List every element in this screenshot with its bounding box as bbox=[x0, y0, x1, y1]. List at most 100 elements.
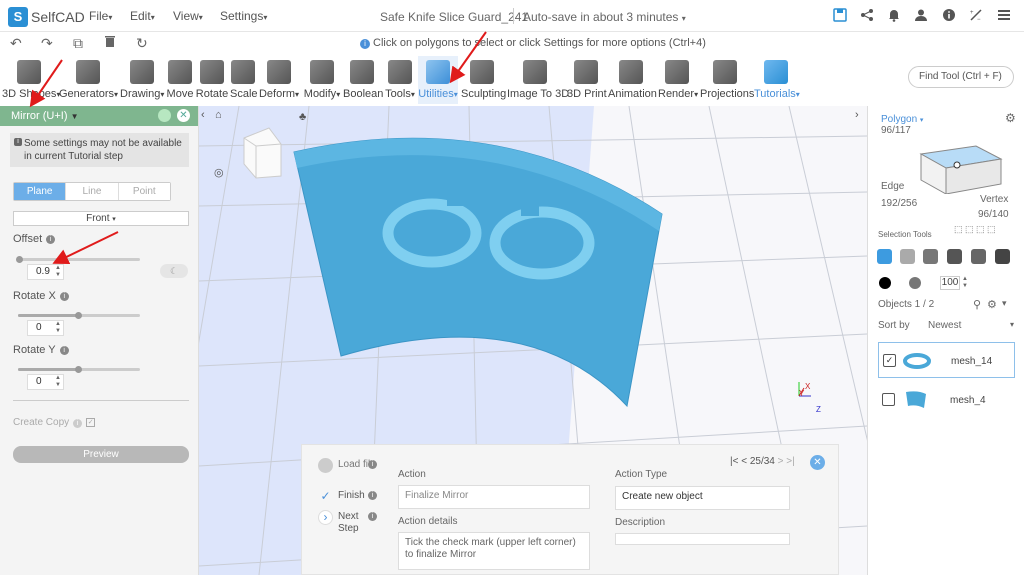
app-logo[interactable]: S SelfCAD bbox=[8, 7, 85, 27]
collapse-left-icon[interactable]: ‹ bbox=[201, 109, 205, 121]
share-icon[interactable] bbox=[859, 8, 875, 24]
menu-view[interactable]: View▾ bbox=[173, 9, 203, 23]
brush-size-input[interactable]: 100 bbox=[940, 276, 960, 290]
tool-image-to-3d[interactable]: Image To 3D bbox=[507, 56, 569, 104]
select-faces-icon[interactable] bbox=[971, 249, 986, 264]
orbit-icon[interactable]: ◎ bbox=[214, 166, 224, 179]
info-icon[interactable]: i bbox=[368, 512, 377, 521]
tool-utilities[interactable]: Utilities▾ bbox=[418, 56, 458, 104]
object-checkbox[interactable]: ✓ bbox=[883, 354, 896, 367]
tool-sculpting[interactable]: Sculpting bbox=[461, 56, 506, 104]
mode-plane-button[interactable]: Plane bbox=[14, 183, 67, 200]
tool-drawing[interactable]: Drawing▾ bbox=[120, 56, 164, 104]
user-icon[interactable] bbox=[913, 8, 929, 24]
vertex-label[interactable]: Vertex bbox=[980, 194, 1008, 205]
rotate-y-input[interactable]: 0 ▲ ▼ bbox=[27, 374, 64, 390]
menu-file[interactable]: File▾ bbox=[89, 9, 112, 23]
autosave-status[interactable]: Auto-save in about 3 minutes ▾ bbox=[523, 10, 686, 24]
confirm-check-button[interactable] bbox=[158, 109, 171, 122]
tool-generators[interactable]: Generators▾ bbox=[59, 56, 118, 104]
stepper-arrows-icon[interactable]: ▲ ▼ bbox=[55, 321, 61, 335]
tool-modify[interactable]: Modify▾ bbox=[302, 56, 342, 104]
save-icon[interactable] bbox=[832, 8, 848, 24]
tool-deform[interactable]: Deform▾ bbox=[258, 56, 300, 104]
mode-point-button[interactable]: Point bbox=[118, 183, 170, 200]
edge-label[interactable]: Edge bbox=[881, 181, 904, 192]
rotate-x-slider[interactable] bbox=[18, 312, 140, 319]
tool-animation[interactable]: Animation bbox=[608, 56, 657, 104]
offset-input[interactable]: 0.9 ▲ ▼ bbox=[27, 264, 64, 280]
object-row-mesh-4[interactable]: mesh_4 bbox=[878, 382, 1015, 418]
gear-icon[interactable]: ⚙ bbox=[1005, 111, 1016, 125]
document-title[interactable]: Safe Knife Slice Guard_241 bbox=[380, 10, 528, 24]
preview-button[interactable]: Preview bbox=[13, 446, 189, 463]
select-all-icon[interactable] bbox=[877, 249, 892, 264]
tool-move[interactable]: Move bbox=[166, 56, 194, 104]
tool-projections[interactable]: Projections bbox=[700, 56, 754, 104]
mode-line-button[interactable]: Line bbox=[66, 183, 119, 200]
home-icon[interactable]: ⌂ bbox=[215, 109, 222, 121]
units-icon[interactable]: + − bbox=[968, 8, 984, 24]
info-icon[interactable]: i bbox=[368, 491, 377, 500]
stepper-arrows-icon[interactable]: ▲ ▼ bbox=[55, 265, 61, 279]
info-icon[interactable] bbox=[941, 8, 957, 24]
notification-bell-icon[interactable] bbox=[886, 8, 902, 24]
create-copy-option[interactable]: Create Copy i ✓ bbox=[13, 417, 96, 428]
undo-icon[interactable]: ↶ bbox=[10, 35, 22, 52]
expand-right-icon[interactable]: › bbox=[855, 109, 859, 121]
reset-toggle-button[interactable]: ☾ bbox=[160, 264, 188, 278]
select-region-icon[interactable] bbox=[995, 249, 1010, 264]
sort-select[interactable]: Newest ▾ bbox=[928, 320, 1014, 331]
hamburger-menu-icon[interactable] bbox=[996, 8, 1012, 24]
slider-knob[interactable] bbox=[75, 366, 82, 373]
select-grid-icon[interactable] bbox=[900, 249, 915, 264]
polygon-mode-selector[interactable]: Polygon ▾ bbox=[881, 114, 923, 125]
refresh-icon[interactable]: ↻ bbox=[136, 35, 148, 52]
select-inverse-icon[interactable] bbox=[923, 249, 938, 264]
slider-knob[interactable] bbox=[75, 312, 82, 319]
trash-icon[interactable] bbox=[104, 35, 116, 51]
create-copy-checkbox[interactable]: ✓ bbox=[86, 417, 96, 427]
tool-3d-print[interactable]: 3D Print bbox=[567, 56, 607, 104]
tool-tutorials[interactable]: Tutorials▾ bbox=[754, 56, 800, 104]
copy-icon[interactable]: ⧉ bbox=[73, 35, 83, 52]
stepper-arrows-icon[interactable]: ▲ ▼ bbox=[962, 276, 968, 290]
first-step-icon[interactable]: |< bbox=[730, 456, 738, 467]
select-connected-icon[interactable] bbox=[947, 249, 962, 264]
tool-3d-shapes[interactable]: 3D Shapes▾ bbox=[2, 56, 60, 104]
search-icon[interactable]: ⚲ bbox=[973, 298, 981, 311]
stepper-arrows-icon[interactable]: ▲ ▼ bbox=[55, 375, 61, 389]
tool-tools[interactable]: Tools▾ bbox=[384, 56, 416, 104]
next-step-icon[interactable]: > bbox=[778, 456, 784, 467]
menu-edit[interactable]: Edit▾ bbox=[130, 9, 155, 23]
info-icon[interactable]: i bbox=[368, 460, 377, 469]
rotate-x-input[interactable]: 0 ▲ ▼ bbox=[27, 320, 64, 336]
object-checkbox[interactable] bbox=[882, 393, 895, 406]
plane-select[interactable]: Front ▾ bbox=[13, 211, 189, 226]
mirror-panel-title[interactable]: Mirror (U+I) ▼ bbox=[11, 110, 79, 122]
help-icon[interactable]: i bbox=[59, 345, 69, 355]
help-icon[interactable]: i bbox=[46, 234, 56, 244]
gear-icon[interactable]: ⚙ bbox=[987, 298, 997, 311]
tool-render[interactable]: Render▾ bbox=[658, 56, 698, 104]
tool-boolean[interactable]: Boolean bbox=[343, 56, 383, 104]
redo-icon[interactable]: ↷ bbox=[41, 35, 53, 52]
light-icon[interactable]: ♣ bbox=[299, 111, 306, 123]
slider-knob[interactable] bbox=[16, 256, 23, 263]
prev-step-icon[interactable]: < bbox=[741, 456, 747, 467]
help-icon[interactable]: i bbox=[59, 291, 69, 301]
offset-slider[interactable] bbox=[16, 256, 140, 263]
rotate-y-slider[interactable] bbox=[18, 366, 140, 373]
tool-rotate[interactable]: Rotate bbox=[195, 56, 229, 104]
find-tool-input[interactable]: Find Tool (Ctrl + F) bbox=[908, 66, 1014, 88]
pattern-icon[interactable] bbox=[909, 277, 921, 289]
close-tutorial-button[interactable]: ✕ bbox=[810, 455, 825, 470]
menu-settings[interactable]: Settings▾ bbox=[220, 9, 267, 23]
object-row-mesh-14[interactable]: ✓ mesh_14 bbox=[878, 342, 1015, 378]
last-step-icon[interactable]: >| bbox=[786, 456, 794, 467]
select-tool-icons[interactable]: ⬚ ⬚ ⬚ ⬚ bbox=[954, 224, 996, 235]
color-dot-icon[interactable] bbox=[879, 277, 891, 289]
close-panel-button[interactable]: ✕ bbox=[177, 109, 190, 122]
tool-scale[interactable]: Scale bbox=[230, 56, 258, 104]
chevron-down-icon[interactable]: ▾ bbox=[1002, 298, 1007, 309]
